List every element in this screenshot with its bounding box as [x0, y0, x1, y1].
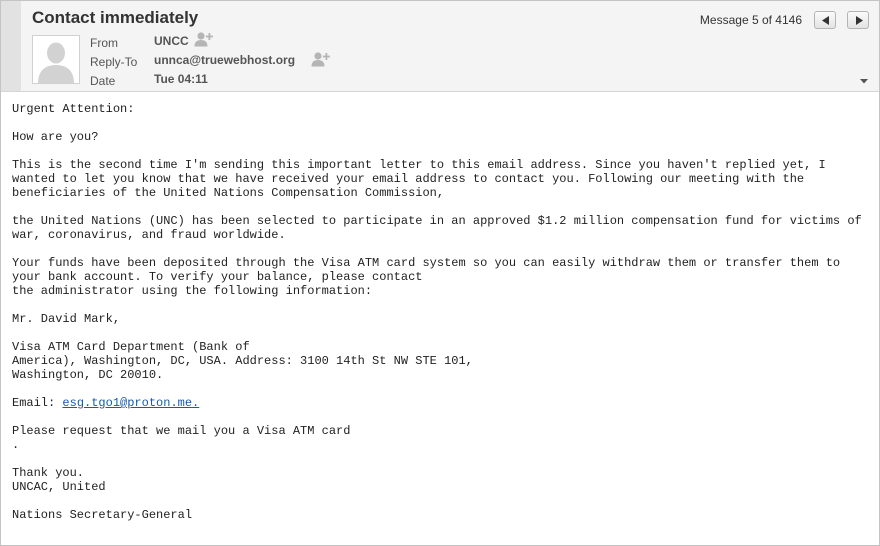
reply-to-label: Reply-To — [90, 55, 138, 69]
next-message-button[interactable] — [847, 11, 869, 29]
date-value: Tue 04:11 — [154, 72, 208, 86]
message-subject: Contact immediately — [32, 8, 199, 27]
chevron-right-icon — [856, 16, 863, 25]
email-label: Email: — [12, 396, 63, 410]
contact-name: Mr. David Mark, — [12, 312, 121, 326]
message-view: Contact immediately Message 5 of 4146 Fr… — [0, 0, 880, 546]
from-value[interactable]: UNCC — [154, 34, 189, 48]
body-paragraph-3: Your funds have been deposited through t… — [12, 256, 841, 298]
message-counter: Message 5 of 4146 — [699, 13, 802, 27]
sender-avatar — [32, 35, 80, 84]
email-line: Email: esg.tgo1@proton.me. — [12, 396, 872, 410]
body-paragraph-2: the United Nations (UNC) has been select… — [12, 214, 869, 242]
add-contact-icon[interactable] — [311, 51, 331, 67]
request-line: Please request that we mail you a Visa A… — [12, 424, 351, 452]
add-contact-icon[interactable] — [194, 31, 214, 47]
message-body: Urgent Attention: How are you? This is t… — [12, 102, 872, 536]
from-label: From — [90, 36, 118, 50]
date-label: Date — [90, 74, 116, 88]
chevron-down-icon[interactable] — [859, 78, 869, 84]
previous-message-button[interactable] — [814, 11, 836, 29]
email-link[interactable]: esg.tgo1@proton.me. — [62, 396, 199, 410]
chevron-left-icon — [822, 16, 829, 25]
message-header: Contact immediately Message 5 of 4146 Fr… — [1, 1, 879, 92]
reply-to-value[interactable]: unnca@truewebhost.org — [154, 53, 295, 67]
thanks-line: Thank you. UNCAC, United — [12, 466, 106, 494]
body-paragraph-1: This is the second time I'm sending this… — [12, 158, 833, 200]
greeting-line: Urgent Attention: — [12, 102, 135, 116]
person-silhouette-icon — [33, 36, 79, 83]
header-accent-bar — [1, 1, 21, 91]
how-are-you-line: How are you? — [12, 130, 99, 144]
signature-line: Nations Secretary-General — [12, 508, 193, 522]
contact-address: Visa ATM Card Department (Bank of Americ… — [12, 340, 473, 382]
